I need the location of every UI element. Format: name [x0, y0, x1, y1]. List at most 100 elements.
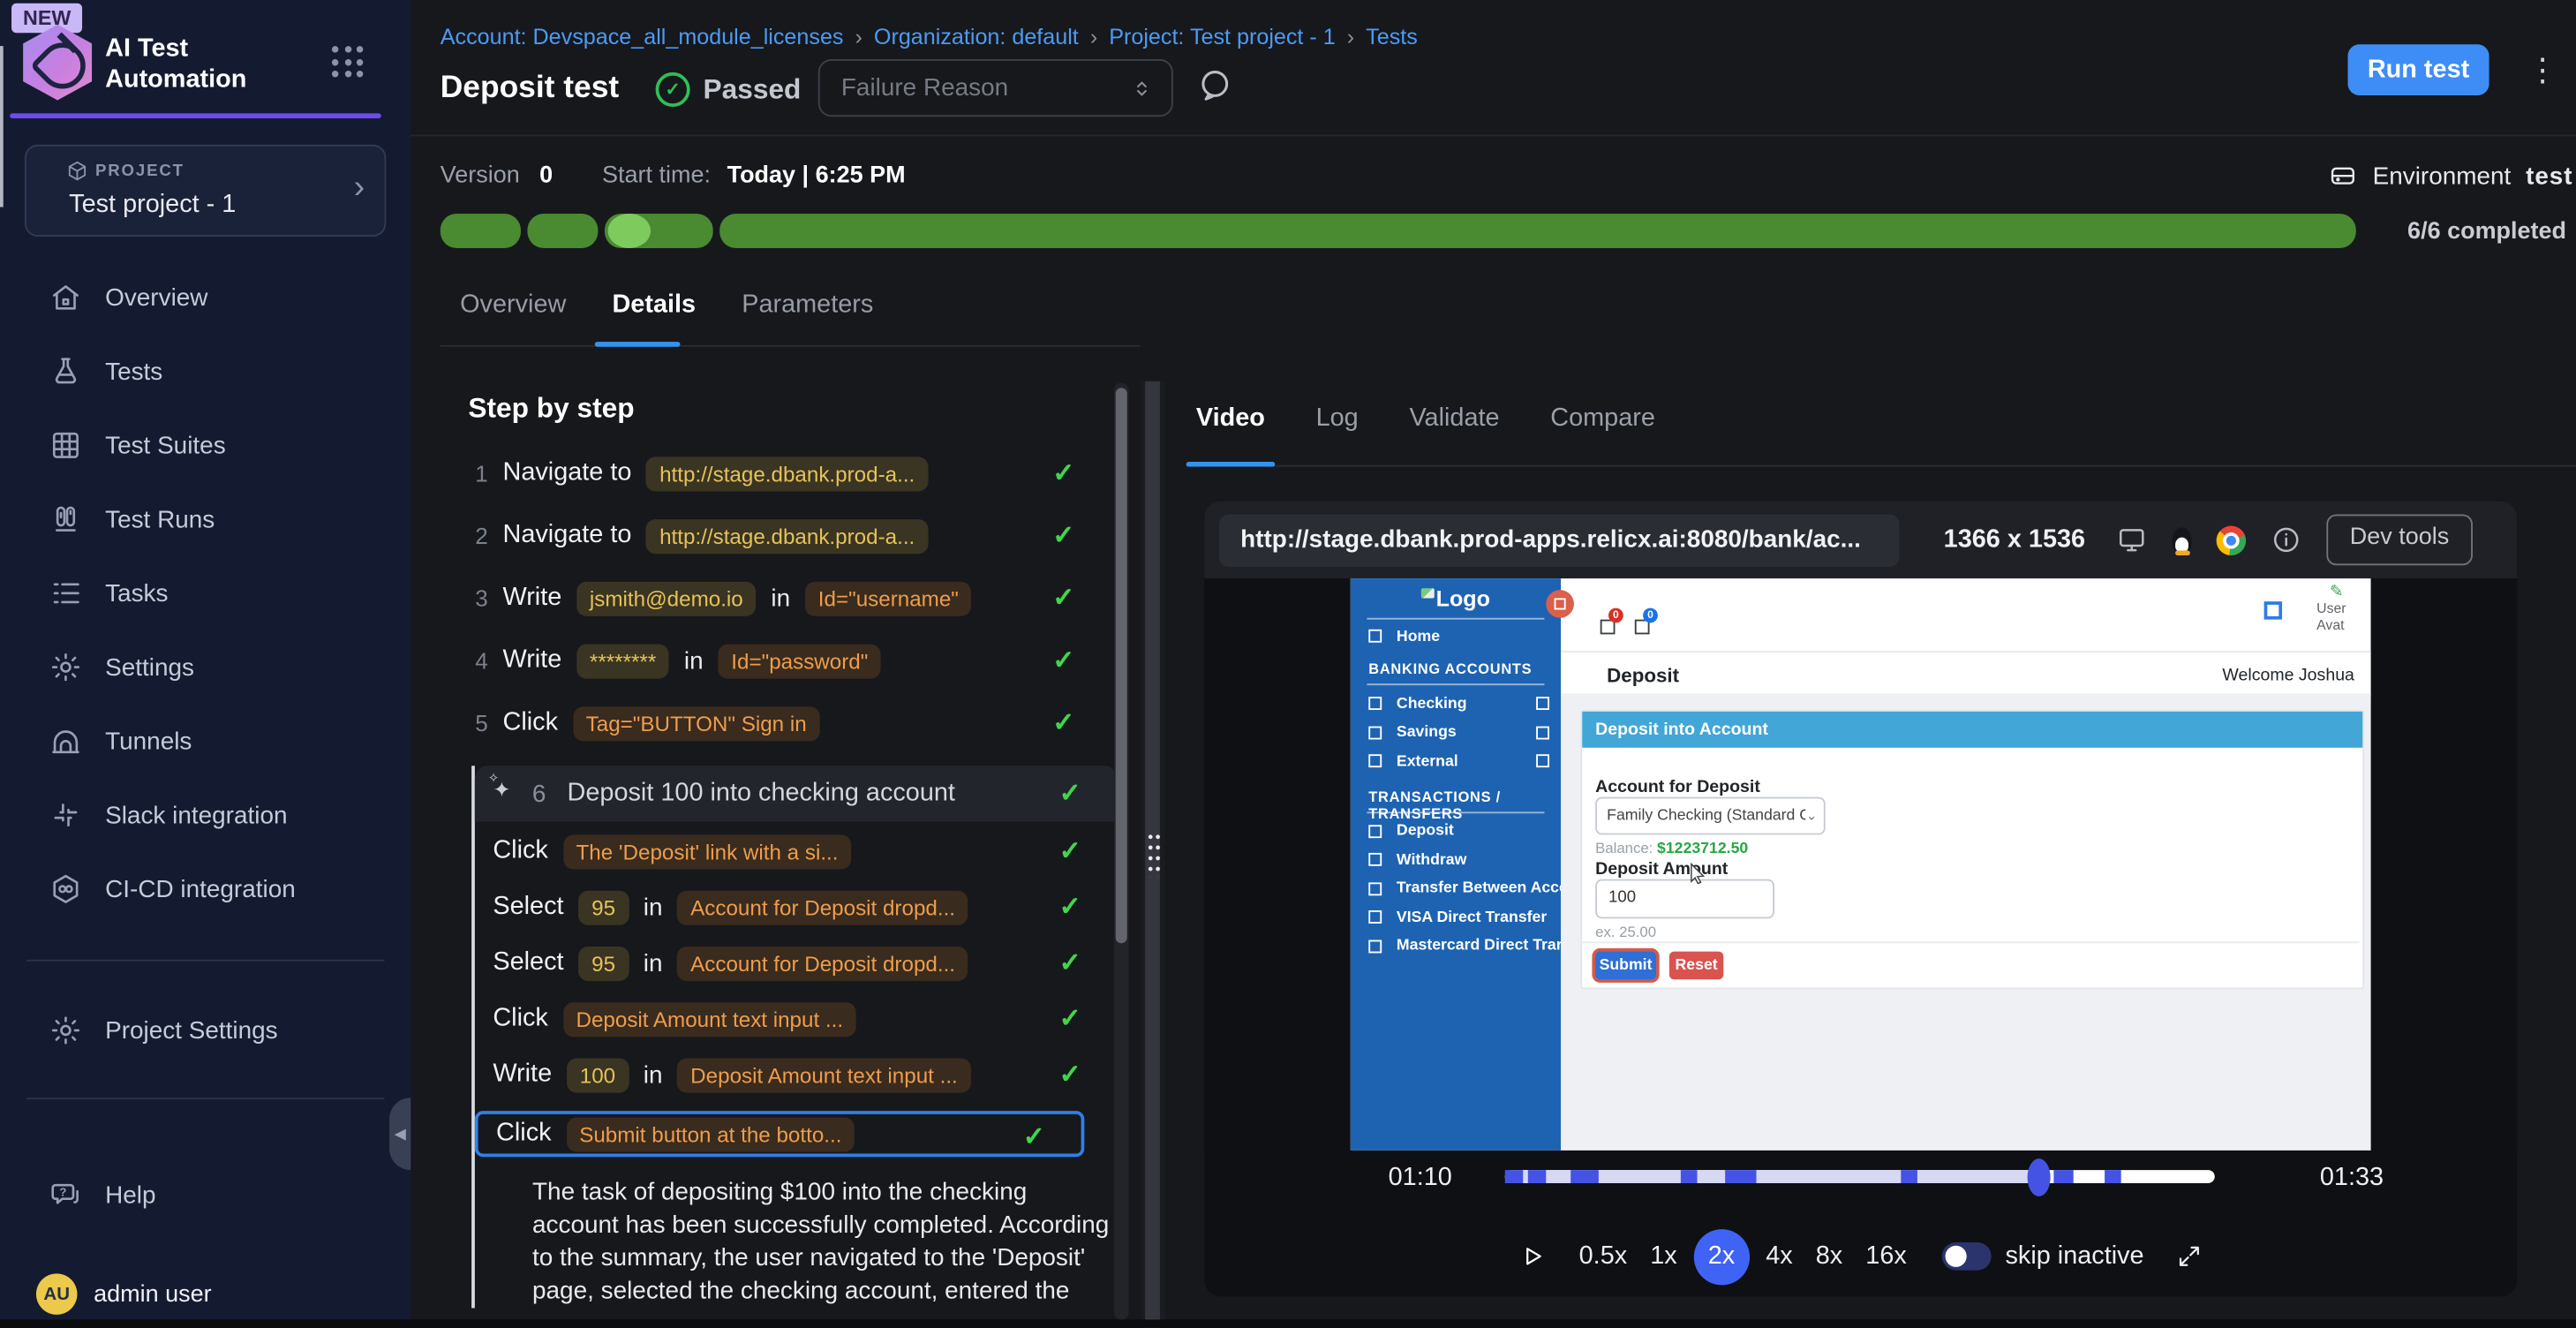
speed-4x[interactable]: 4x [1766, 1241, 1792, 1271]
avatar[interactable]: AU [36, 1273, 78, 1315]
tab-overview[interactable]: Overview [460, 290, 566, 343]
submit-button[interactable]: Submit [1595, 952, 1656, 980]
video-tab-compare[interactable]: Compare [1550, 404, 1655, 434]
runs-icon [49, 502, 82, 535]
info-icon[interactable] [2271, 524, 2301, 555]
timeline-track[interactable] [1505, 1170, 2215, 1183]
step-number: 3 [465, 585, 488, 612]
play-icon[interactable] [1518, 1242, 1547, 1271]
substep-row[interactable]: Select95inAccount for Deposit dropd...✓ [475, 887, 1118, 927]
tab-details[interactable]: Details [612, 290, 696, 343]
ai-step-group-header[interactable]: ✦✧ 6 Deposit 100 into checking account ✓ [475, 766, 1118, 821]
speed-0.5x[interactable]: 0.5x [1579, 1241, 1628, 1271]
check-icon: ✓ [1023, 1120, 1045, 1153]
sidebar-item-overview[interactable]: Overview [0, 273, 411, 322]
step-row[interactable]: 3 Writejsmith@demo.ioinId="username"✓ [441, 578, 1118, 618]
substep-row[interactable]: ClickDeposit Amount text input ...✓ [475, 1000, 1118, 1039]
bank-nav-withdraw[interactable]: Withdraw [1351, 848, 1561, 871]
progress-segment [441, 214, 521, 248]
speed-1x[interactable]: 1x [1650, 1241, 1676, 1271]
breadcrumb-link[interactable]: Account: Devspace_all_module_licenses [441, 25, 844, 49]
reset-button[interactable]: Reset [1669, 952, 1723, 980]
bank-nav-external[interactable]: External [1351, 750, 1561, 773]
step-selector-chip: Deposit Amount text input ... [563, 1001, 856, 1036]
steps-scrollbar[interactable] [1114, 383, 1129, 1320]
substep-row-selected[interactable]: ClickSubmit button at the botto...✓ [475, 1111, 1084, 1157]
sidebar-item-tunnels[interactable]: Tunnels [0, 716, 411, 766]
bank-app-screenshot: Logo Home BANKING ACCOUNTS Checking Savi… [1351, 578, 2371, 1151]
step-row[interactable]: 1 Navigate tohttp://stage.dbank.prod-a..… [441, 454, 1118, 494]
svg-text:?: ? [59, 1185, 66, 1198]
sidebar-item-help[interactable]: ? Help [0, 1170, 411, 1219]
start-time-value: Today | 6:25 PM [727, 162, 906, 189]
substep-row[interactable]: Write100inDeposit Amount text input ...✓ [475, 1055, 1118, 1095]
step-action: Write [502, 645, 561, 675]
video-player-card: http://stage.dbank.prod-apps.relicx.ai:8… [1204, 502, 2517, 1297]
sidebar-item-test-runs[interactable]: Test Runs [0, 494, 411, 544]
sidebar-item-tasks[interactable]: Tasks [0, 569, 411, 618]
project-name: Test project - 1 [69, 191, 236, 220]
check-icon: ✓ [1052, 645, 1074, 677]
project-selector[interactable]: PROJECT Test project - 1 › [25, 145, 386, 237]
step-value-chip: 100 [567, 1058, 629, 1092]
completed-count: 6/6 completed [2407, 219, 2566, 245]
bank-nav-checking[interactable]: Checking [1351, 692, 1561, 715]
account-select[interactable]: Family Checking (Standard Checking)⌄ [1595, 797, 1826, 835]
speed-2x[interactable]: 2x [1693, 1228, 1749, 1284]
video-tab-log[interactable]: Log [1316, 404, 1359, 434]
step-value-chip: jsmith@demo.io [576, 581, 757, 615]
kebab-menu-icon[interactable]: ⋮ [2527, 53, 2550, 91]
project-label: PROJECT [95, 162, 185, 180]
step-row[interactable]: 2 Navigate tohttp://stage.dbank.prod-a..… [441, 516, 1118, 555]
breadcrumb-link[interactable]: Tests [1366, 25, 1418, 49]
bank-nav-home[interactable]: Home [1351, 624, 1561, 647]
substep-row[interactable]: ClickThe 'Deposit' link with a si...✓ [475, 832, 1118, 872]
timeline-thumb[interactable] [2027, 1158, 2050, 1196]
breadcrumb-link[interactable]: Organization: default [874, 25, 1079, 49]
check-icon: ✓ [1059, 777, 1081, 810]
dev-tools-button[interactable]: Dev tools [2327, 515, 2473, 566]
check-icon: ✓ [1052, 519, 1074, 552]
step-action: Write [502, 584, 561, 613]
tab-parameters[interactable]: Parameters [742, 290, 873, 343]
timeline-row: 01:10 01:33 [1204, 1151, 2517, 1216]
sidebar-item-tests[interactable]: Tests [0, 347, 411, 396]
bank-nav-savings[interactable]: Savings [1351, 721, 1561, 743]
sidebar-item-project-settings[interactable]: Project Settings [0, 1006, 411, 1055]
sidebar-item-label: Test Suites [105, 432, 226, 460]
url-display[interactable]: http://stage.dbank.prod-apps.relicx.ai:8… [1219, 514, 1899, 567]
bank-nav-visa-direct-transfer[interactable]: VISA Direct Transfer [1351, 905, 1561, 928]
amount-input[interactable]: 100 [1595, 879, 1774, 919]
bank-nav-deposit[interactable]: Deposit [1351, 819, 1561, 842]
start-time-label: Start time: [602, 162, 711, 189]
step-action: Write [493, 1060, 552, 1089]
timeline-marker [1901, 1170, 1917, 1183]
failure-reason-select[interactable]: Failure Reason [818, 59, 1173, 117]
new-badge: NEW [11, 4, 82, 33]
speed-8x[interactable]: 8x [1816, 1241, 1842, 1271]
step-row[interactable]: 5 ClickTag="BUTTON" Sign in✓ [441, 704, 1118, 743]
comment-bubble-icon[interactable] [1196, 65, 1234, 103]
bank-nav-mastercard-direct-transfer[interactable]: Mastercard Direct Transfer [1351, 934, 1561, 957]
bank-title-band: Deposit Welcome Joshua [1561, 651, 2371, 697]
sidebar-collapse-handle[interactable]: ◀ [389, 1098, 411, 1170]
fullscreen-icon[interactable] [2175, 1242, 2203, 1271]
apps-grid-icon[interactable] [332, 46, 363, 77]
bank-nav-transfer-between-accounts[interactable]: Transfer Between Accounts [1351, 877, 1561, 900]
step-number: 4 [465, 647, 488, 674]
sidebar-item-slack-integration[interactable]: Slack integration [0, 790, 411, 840]
panel-splitter[interactable] [1141, 381, 1164, 1328]
progress-segment [527, 214, 598, 248]
sidebar-item-test-suites[interactable]: Test Suites [0, 420, 411, 470]
breadcrumb-link[interactable]: Project: Test project - 1 [1109, 25, 1335, 49]
step-row[interactable]: 4 Write********inId="password"✓ [441, 641, 1118, 681]
sidebar-item-ci-cd-integration[interactable]: CI-CD integration [0, 864, 411, 914]
video-tab-validate[interactable]: Validate [1409, 404, 1499, 434]
skip-inactive-toggle[interactable] [1941, 1242, 1991, 1271]
run-test-button[interactable]: Run test [2348, 44, 2489, 95]
sidebar-item-settings[interactable]: Settings [0, 643, 411, 692]
speed-16x[interactable]: 16x [1865, 1241, 1907, 1271]
video-tab-video[interactable]: Video [1196, 404, 1265, 434]
substep-row[interactable]: Select95inAccount for Deposit dropd...✓ [475, 943, 1118, 983]
step-action: Click [496, 1119, 552, 1148]
